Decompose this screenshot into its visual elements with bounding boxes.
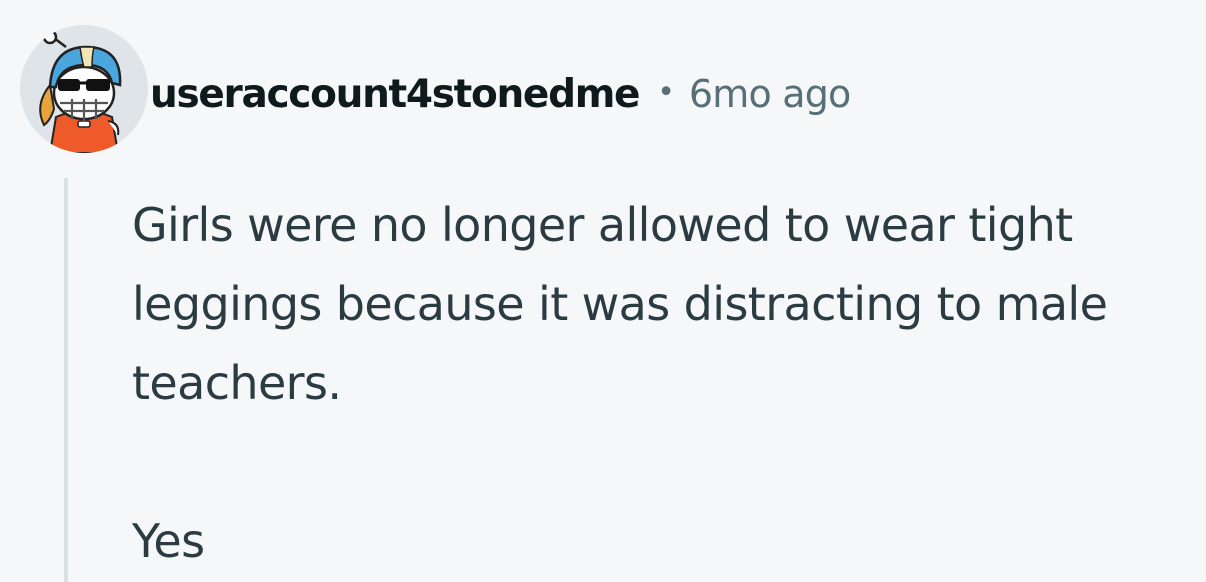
comment-body: Girls were no longer allowed to wear tig…	[132, 186, 1202, 581]
meta-separator: •	[657, 74, 675, 110]
timestamp[interactable]: 6mo ago	[689, 72, 851, 116]
snoo-avatar-icon	[39, 29, 122, 153]
comment-paragraph: Yes	[132, 514, 205, 568]
thread-line[interactable]	[64, 178, 68, 582]
username-link[interactable]: useraccount4stonedme	[150, 72, 641, 117]
comment-header: useraccount4stonedme • 6mo ago	[150, 68, 851, 120]
avatar[interactable]	[20, 25, 148, 153]
comment-paragraph: Girls were no longer allowed to wear tig…	[132, 198, 1108, 410]
comment: useraccount4stonedme • 6mo ago Girls wer…	[0, 0, 1206, 582]
